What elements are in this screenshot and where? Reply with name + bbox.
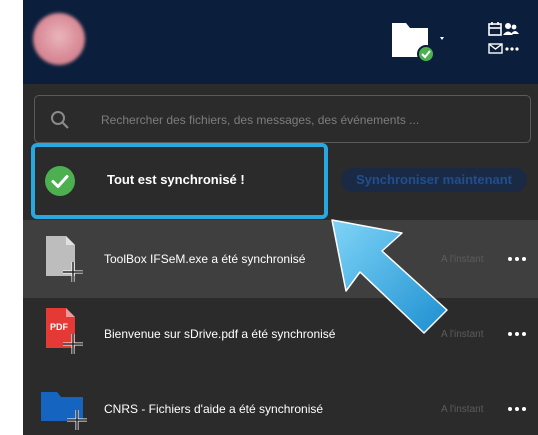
file-generic-add-icon [46,236,83,282]
activity-time: A l'instant [441,329,484,340]
more-options-icon[interactable] [506,403,530,415]
chevron-down-icon [440,37,444,40]
activity-text: Bienvenue sur sDrive.pdf a été synchroni… [104,327,336,341]
calendar-contacts-button[interactable] [486,20,522,60]
activity-item[interactable]: ToolBox IFSeM.exe a été synchronisé A l'… [23,220,538,298]
sync-ok-icon [45,166,75,196]
calendar-contacts-mail-icon [488,22,519,54]
activity-text: ToolBox IFSeM.exe a été synchronisé [104,252,306,266]
activity-time: A l'instant [441,254,484,265]
avatar[interactable] [33,13,85,65]
activity-text: CNRS - Fichiers d'aide a été synchronisé [104,402,324,416]
more-options-icon[interactable] [506,328,530,340]
svg-text:PDF: PDF [50,322,69,332]
search-icon [51,111,69,129]
folder-menu-button[interactable] [389,19,449,63]
sync-status-text: Tout est synchronisé ! [107,172,245,187]
folder-check-icon [392,23,444,63]
activity-item[interactable]: PDF Bienvenue sur sDrive.pdf a été synch… [23,292,538,370]
sync-now-button[interactable]: Synchroniser maintenant [341,168,527,192]
pdf-file-add-icon: PDF [46,308,83,354]
search-input[interactable] [101,108,521,132]
header-bar [23,0,538,84]
activity-time: A l'instant [441,404,484,415]
sdrive-window: Tout est synchronisé ! Synchroniser main… [23,0,538,435]
activity-item[interactable]: CNRS - Fichiers d'aide a été synchronisé… [23,366,538,435]
main-panel: Tout est synchronisé ! Synchroniser main… [23,84,538,435]
folder-add-icon [41,392,87,430]
more-options-icon[interactable] [506,253,530,265]
search-bar [34,95,531,143]
